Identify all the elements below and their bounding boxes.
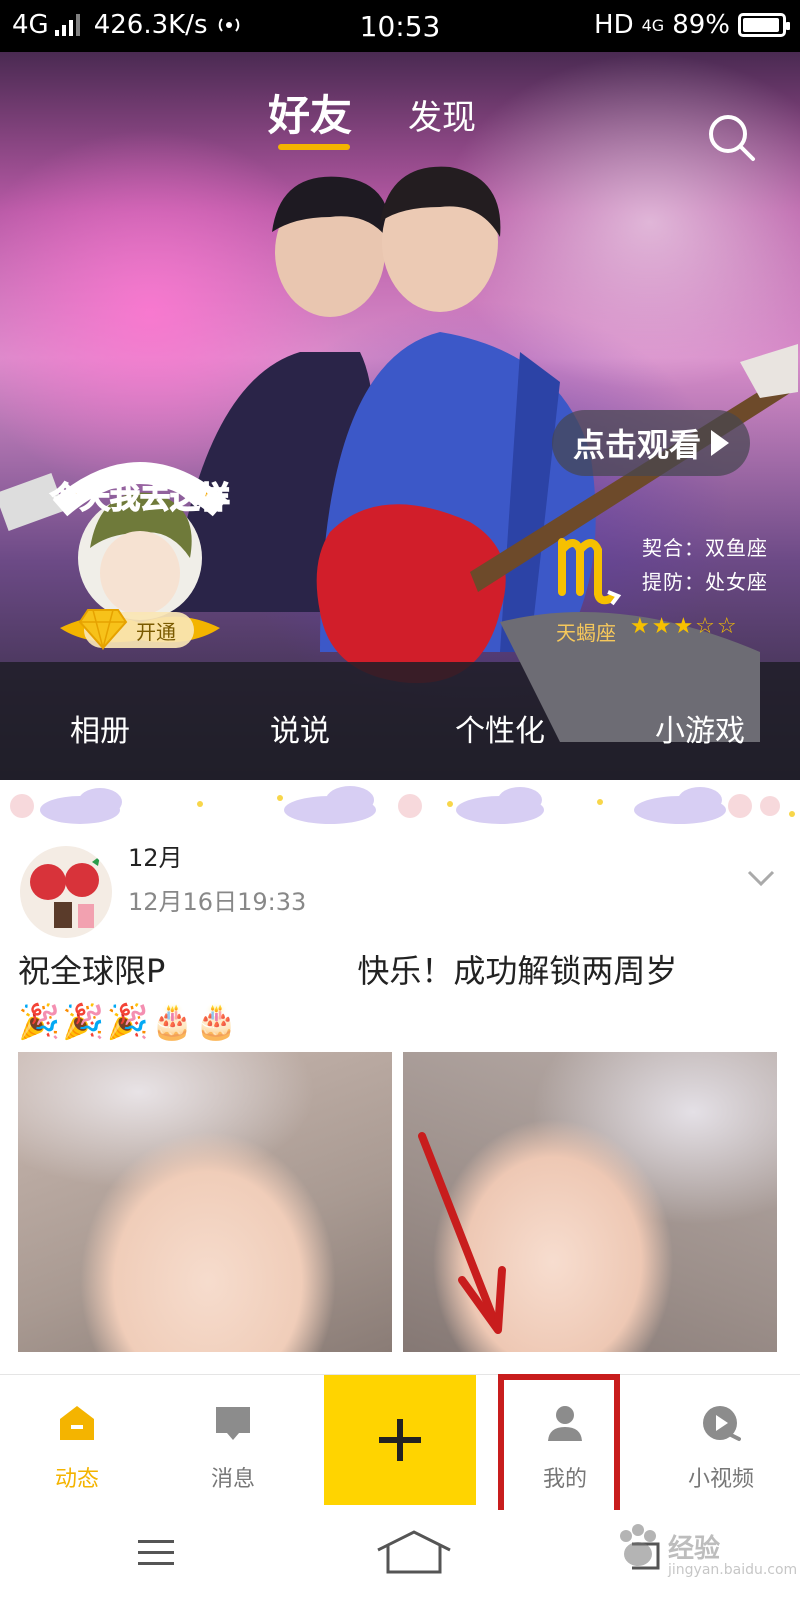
menu-mini-games[interactable]: 小游戏 [600, 702, 800, 762]
annotation-highlight-box [498, 1374, 620, 1516]
home-icon [60, 1406, 94, 1440]
post-emoji: 🎉🎉🎉🎂🎂 [18, 1002, 240, 1042]
nav-feed-label: 动态 [54, 1467, 99, 1492]
publish-button[interactable] [324, 1375, 476, 1505]
network-right-label: 4G [641, 15, 665, 35]
watermark-url: jingyan.baidu.com [668, 1562, 798, 1578]
scorpio-icon [558, 538, 622, 606]
zodiac-compat: 契合：双鱼座 [642, 536, 768, 560]
bottom-nav: 动态 消息 我的 小视频 [0, 1374, 800, 1510]
decoration-strip [0, 780, 800, 830]
menu-moments[interactable]: 说说 [200, 702, 400, 762]
profile-banner[interactable]: 好友 发现 点击观看 契合：双鱼座 提防：处女座 天蝎座 ★★★☆☆ 今天我去这… [0, 52, 800, 780]
zodiac-widget[interactable]: 契合：双鱼座 提防：处女座 天蝎座 ★★★☆☆ [556, 522, 796, 652]
tab-active-indicator [278, 144, 350, 150]
pendant-caption: 今天我去这样 [50, 481, 230, 516]
avatar-pendant[interactable]: 今天我去这样 [40, 448, 240, 688]
top-tabs: 好友 发现 [0, 82, 800, 161]
open-label: 开通 [136, 619, 176, 644]
battery-icon [738, 13, 790, 37]
video-play-icon [703, 1406, 741, 1441]
status-right: HD 4G 89% [594, 10, 790, 40]
nav-feed[interactable]: 动态 [2, 1375, 152, 1511]
message-icon [216, 1407, 250, 1440]
tab-friends[interactable]: 好友 [268, 82, 352, 143]
avatar-image [30, 856, 100, 928]
chevron-down-icon[interactable] [746, 868, 776, 888]
watch-label: 点击观看 [572, 426, 701, 464]
home-outline-icon[interactable] [374, 1528, 454, 1576]
zodiac-beware: 提防：处女座 [642, 570, 768, 594]
watermark: 经验 jingyan.baidu.com [612, 1522, 797, 1594]
watermark-text: 经验 [668, 1534, 721, 1564]
menu-personalize[interactable]: 个性化 [400, 702, 600, 762]
post-text-end: 快乐！成功解锁两周岁 [357, 952, 678, 990]
status-bar: 4G 426.3K/s 10:53 HD 4G 89% [0, 0, 800, 52]
privacy-mask [165, 955, 358, 991]
banner-menu: 相册 说说 个性化 小游戏 [0, 702, 800, 762]
paw-icon [620, 1524, 656, 1566]
hd-label: HD [594, 10, 634, 40]
nav-messages-label: 消息 [210, 1467, 255, 1492]
post-text: 祝全球限P 快乐！成功解锁两周岁 [18, 948, 788, 994]
post-timestamp: 12月16日19:33 [128, 888, 307, 916]
zodiac-name: 天蝎座 [556, 621, 616, 645]
watch-button[interactable]: 点击观看 [552, 410, 750, 476]
avatar[interactable] [20, 846, 112, 938]
post-author-name[interactable]: 12月 [128, 838, 183, 873]
annotation-arrow [418, 1132, 506, 1334]
zodiac-stars: ★★★☆☆ [630, 614, 739, 639]
battery-percent: 89% [672, 10, 730, 40]
menu-icon[interactable] [136, 1538, 176, 1568]
plus-icon-bar [379, 1437, 421, 1443]
system-nav-bar: 经验 jingyan.baidu.com [0, 1510, 800, 1600]
nav-short-video-label: 小视频 [687, 1467, 754, 1492]
play-triangle-icon [711, 430, 729, 456]
menu-album[interactable]: 相册 [0, 702, 200, 762]
diamond-icon [78, 609, 128, 650]
nav-short-video[interactable]: 小视频 [646, 1375, 796, 1511]
tab-discover[interactable]: 发现 [408, 90, 476, 139]
search-icon[interactable] [706, 112, 758, 164]
post-photo-1[interactable] [18, 1052, 392, 1352]
post-text-start: 祝全球限P [18, 952, 166, 990]
nav-messages[interactable]: 消息 [158, 1375, 308, 1511]
